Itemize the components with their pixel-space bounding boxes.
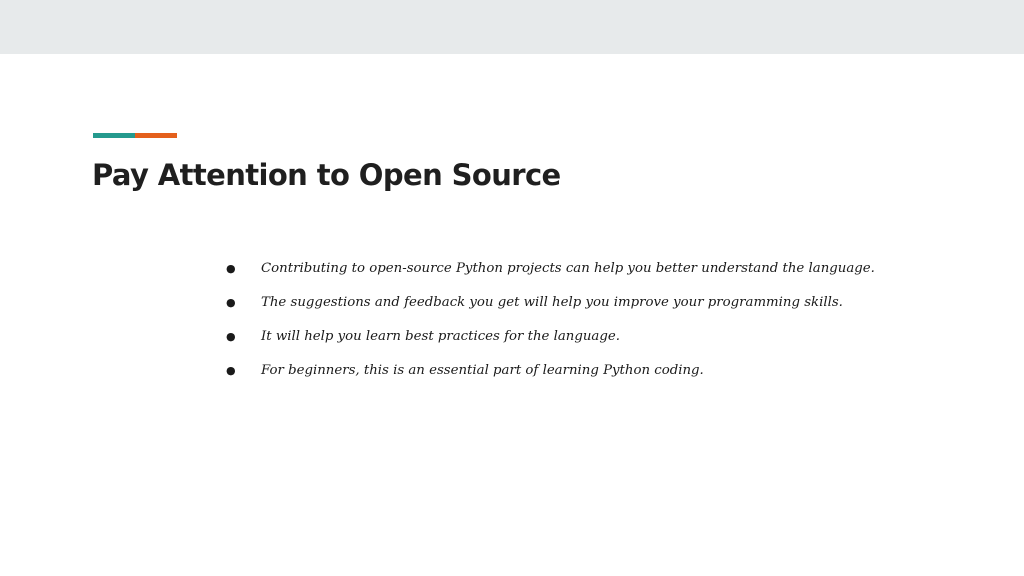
title-accent-bar-teal [93,133,135,138]
bullet-icon: ● [226,262,236,275]
header-band [0,0,1024,54]
bullet-list: ● Contributing to open-source Python pro… [226,252,916,388]
bullet-item: ● For beginners, this is an essential pa… [226,354,916,388]
bullet-icon: ● [226,296,236,309]
title-accent-bar-orange [135,133,177,138]
slide-title: Pay Attention to Open Source [92,158,561,192]
bullet-item: ● Contributing to open-source Python pro… [226,252,916,286]
bullet-text: For beginners, this is an essential part… [261,363,704,378]
bullet-item: ● The suggestions and feedback you get w… [226,286,916,320]
bullet-text: Contributing to open-source Python proje… [261,261,875,276]
bullet-icon: ● [226,364,236,377]
bullet-item: ● It will help you learn best practices … [226,320,916,354]
bullet-text: The suggestions and feedback you get wil… [261,295,843,310]
bullet-text: It will help you learn best practices fo… [261,329,620,344]
bullet-icon: ● [226,330,236,343]
